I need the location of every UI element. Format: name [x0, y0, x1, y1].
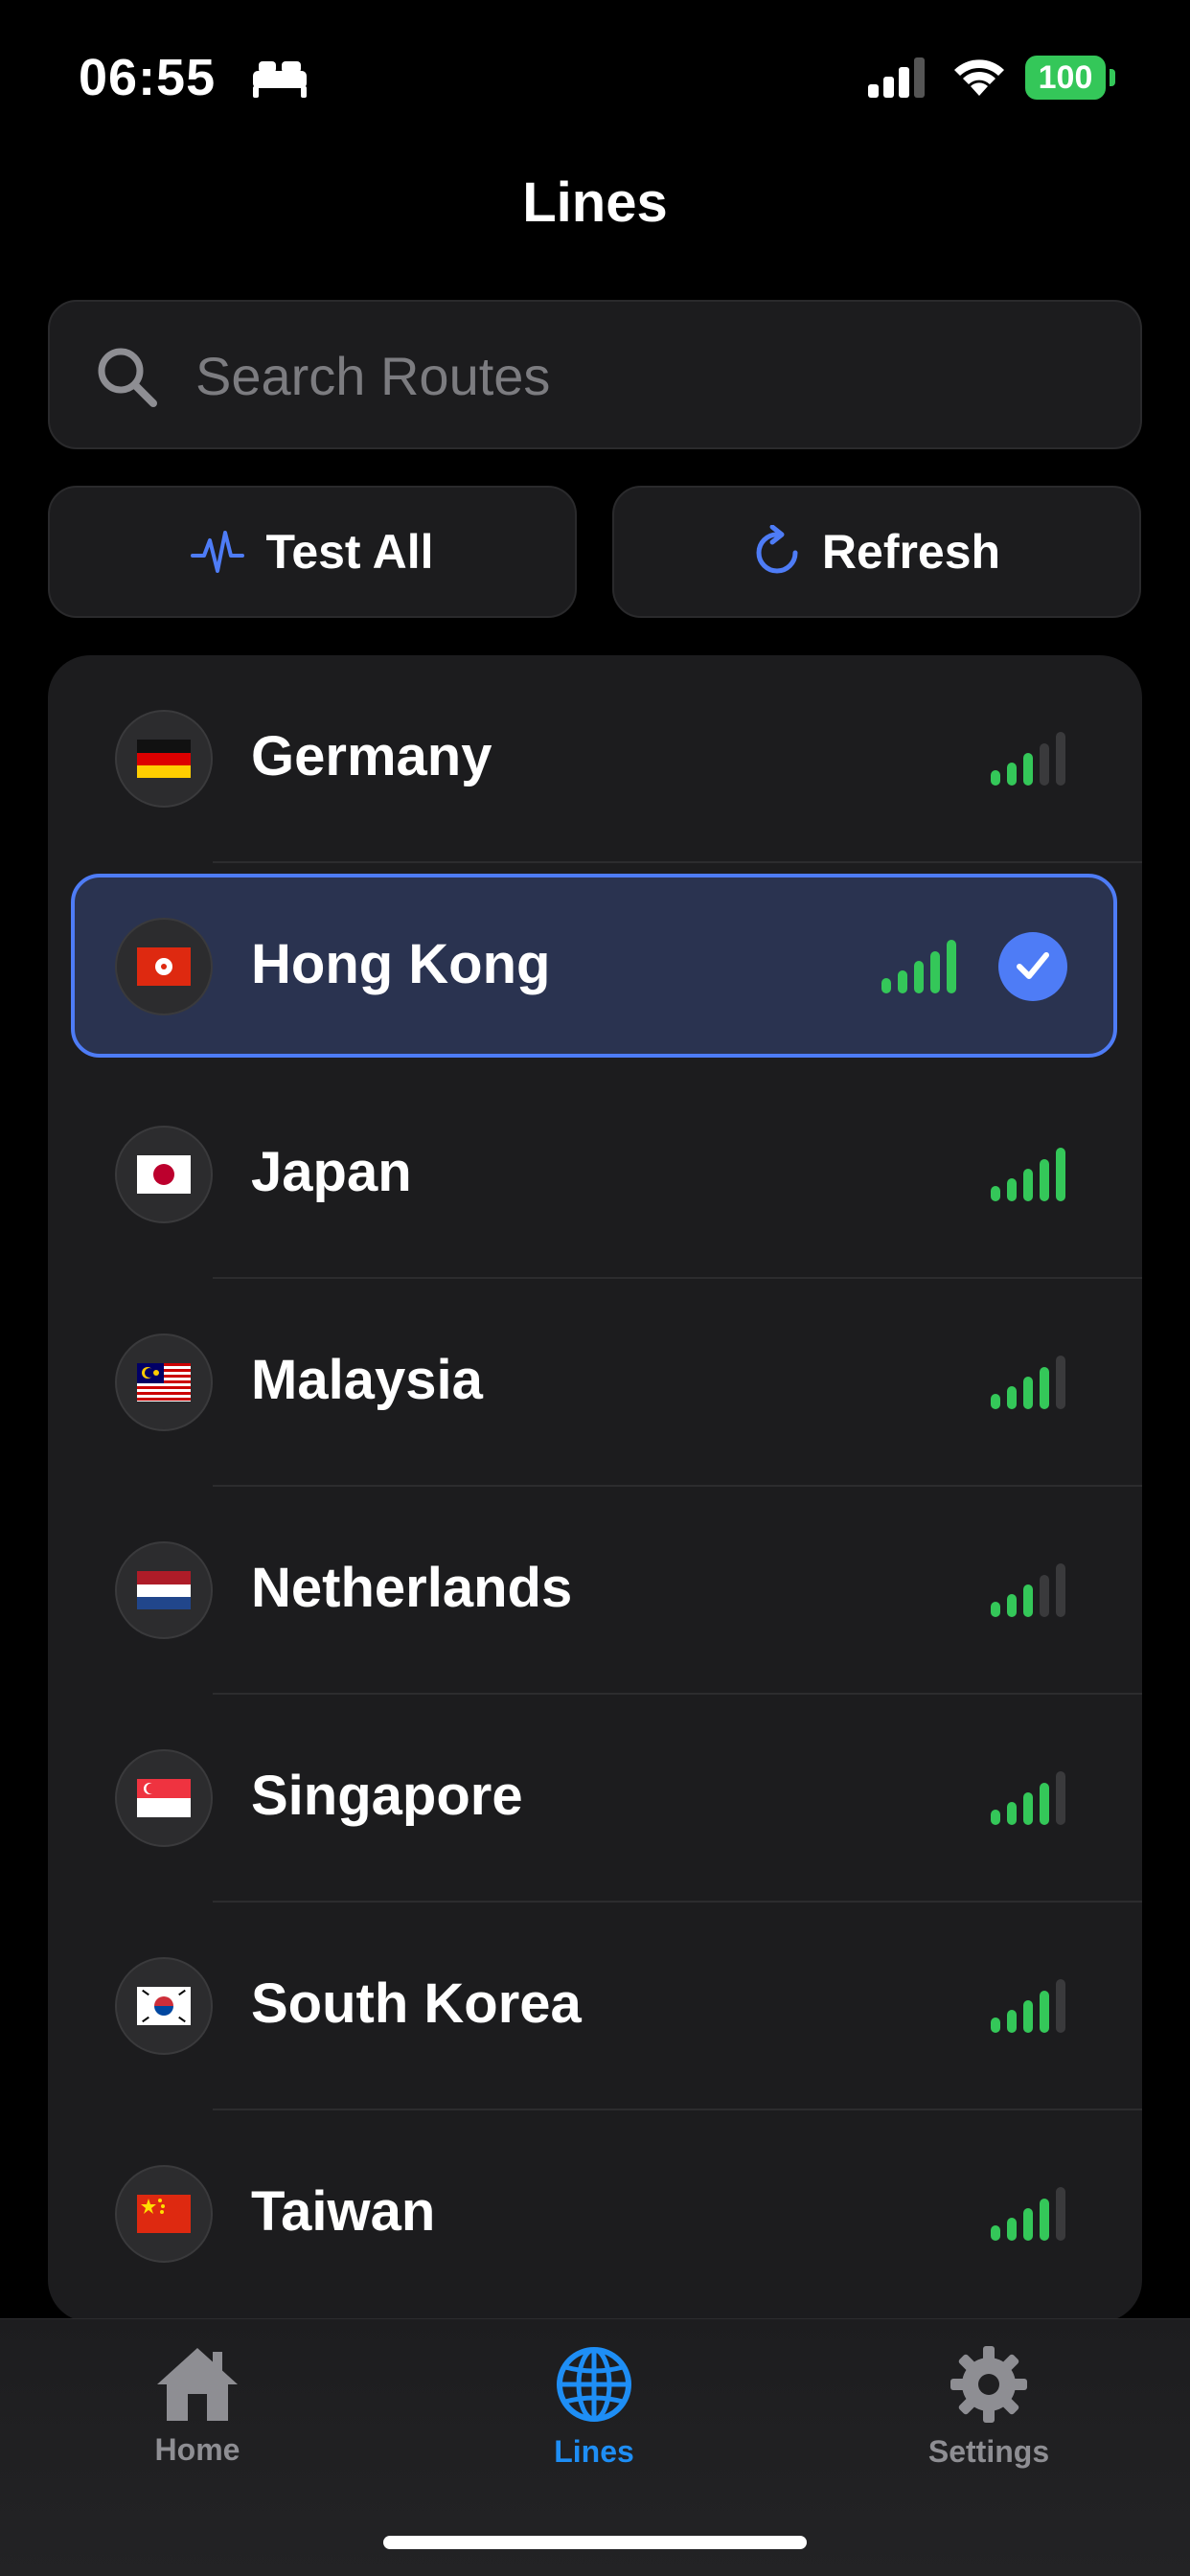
tab-settings[interactable]: Settings — [845, 2344, 1133, 2507]
gear-icon — [950, 2346, 1027, 2423]
germany-flag-icon — [115, 710, 213, 808]
hong-kong-flag-icon — [115, 918, 213, 1015]
route-country-name: South Korea — [251, 1972, 582, 2035]
route-row-netherlands[interactable]: Netherlands — [48, 1487, 1142, 1695]
search-input[interactable] — [194, 302, 1117, 449]
south-korea-flag-icon — [115, 1957, 213, 2055]
route-country-name: Netherlands — [251, 1557, 573, 1619]
home-indicator — [383, 2536, 807, 2549]
japan-flag-icon — [115, 1126, 213, 1223]
tab-settings-label: Settings — [927, 2434, 1050, 2469]
signal-strength-icon — [991, 732, 1065, 786]
signal-strength-icon — [991, 1563, 1065, 1617]
sleep-focus-icon — [253, 61, 307, 98]
search-icon — [98, 348, 157, 407]
route-country-name: Taiwan — [251, 2180, 436, 2243]
singapore-flag-icon — [115, 1749, 213, 1847]
route-row-hong-kong[interactable]: Hong Kong — [48, 863, 1142, 1071]
signal-strength-icon — [991, 1771, 1065, 1825]
taiwan-flag-icon — [115, 2165, 213, 2263]
refresh-button[interactable]: Refresh — [612, 486, 1141, 618]
route-list: Germany Hong Kong Japan Malaysia Netherl… — [48, 655, 1142, 2322]
route-country-name: Japan — [251, 1141, 412, 1203]
route-country-name: Germany — [251, 725, 492, 787]
route-country-name: Singapore — [251, 1765, 523, 1827]
tab-lines[interactable]: Lines — [450, 2344, 738, 2507]
route-country-name: Malaysia — [251, 1349, 483, 1411]
route-row-japan[interactable]: Japan — [48, 1071, 1142, 1279]
route-row-south-korea[interactable]: South Korea — [48, 1903, 1142, 2110]
battery-level: 100 — [1038, 58, 1093, 96]
status-bar: 06:55 100 — [0, 0, 1190, 153]
search-bar[interactable] — [48, 300, 1142, 449]
refresh-label: Refresh — [821, 525, 1001, 579]
battery-icon: 100 — [1025, 56, 1106, 100]
test-all-button[interactable]: Test All — [48, 486, 577, 618]
waveform-icon — [191, 531, 245, 573]
malaysia-flag-icon — [115, 1334, 213, 1431]
netherlands-flag-icon — [115, 1541, 213, 1639]
refresh-icon — [756, 525, 798, 574]
test-all-label: Test All — [265, 525, 434, 579]
page-title: Lines — [522, 171, 668, 234]
signal-strength-icon — [991, 1148, 1065, 1201]
cellular-signal-icon — [868, 57, 925, 98]
route-country-name: Hong Kong — [251, 933, 551, 995]
route-row-singapore[interactable]: Singapore — [48, 1695, 1142, 1903]
battery-cap — [1110, 69, 1115, 86]
wifi-icon — [954, 59, 1004, 96]
selected-checkmark-icon — [998, 932, 1067, 1001]
route-row-taiwan[interactable]: Taiwan — [48, 2110, 1142, 2318]
status-time: 06:55 — [79, 49, 217, 106]
house-icon — [157, 2348, 238, 2421]
signal-strength-icon — [991, 2187, 1065, 2241]
tab-home[interactable]: Home — [54, 2344, 341, 2507]
tab-home-label: Home — [154, 2432, 240, 2467]
route-row-malaysia[interactable]: Malaysia — [48, 1279, 1142, 1487]
signal-strength-icon — [991, 1979, 1065, 2033]
route-row-germany[interactable]: Germany — [48, 655, 1142, 863]
signal-strength-icon — [881, 940, 956, 993]
signal-strength-icon — [991, 1356, 1065, 1409]
tab-lines-label: Lines — [554, 2434, 634, 2469]
globe-icon — [557, 2347, 631, 2422]
